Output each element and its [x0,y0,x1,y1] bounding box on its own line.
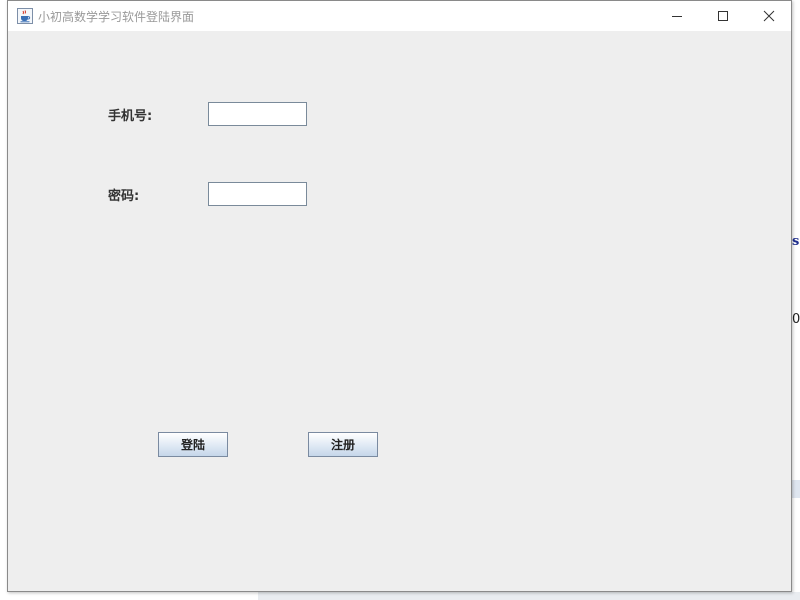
background-partial-text: 0 [792,312,800,327]
close-icon [763,7,775,26]
title-bar[interactable]: 小初高数学学习软件登陆界面 [8,1,791,31]
phone-input[interactable] [208,102,307,126]
phone-label: 手机号: [108,109,153,124]
minimize-button[interactable] [654,1,700,31]
login-form-panel: 手机号: 密码: 登陆 注册 [8,31,791,591]
close-button[interactable] [746,1,792,31]
maximize-button[interactable] [700,1,746,31]
background-window-strip [792,480,800,498]
java-coffee-cup-icon[interactable] [17,8,33,24]
background-partial-text: s [792,234,800,249]
minimize-icon [671,7,683,26]
maximize-icon [717,7,729,26]
background-window-bottom [258,592,800,600]
register-button[interactable]: 注册 [308,432,378,457]
login-window: 小初高数学学习软件登陆界面 手机号: 密码: 登陆 注册 [7,0,792,592]
password-input[interactable] [208,182,307,206]
window-title: 小初高数学学习软件登陆界面 [38,10,195,24]
login-button[interactable]: 登陆 [158,432,228,457]
password-label: 密码: [108,189,140,204]
